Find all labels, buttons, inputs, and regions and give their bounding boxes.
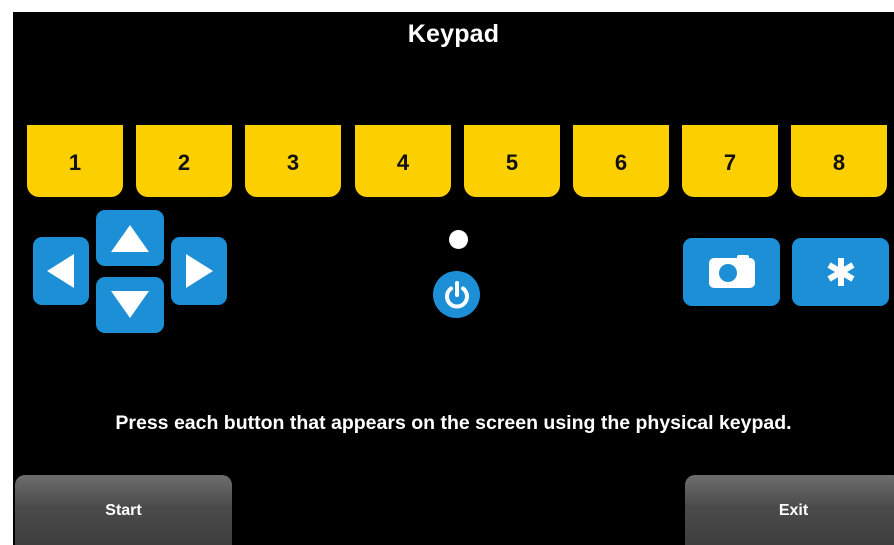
arrow-left-icon — [47, 254, 74, 288]
function-key-4[interactable]: 4 — [355, 125, 451, 197]
exit-button[interactable]: Exit — [685, 475, 894, 545]
arrow-down-icon — [111, 291, 149, 318]
arrow-right-button[interactable] — [171, 237, 227, 305]
indicator-light-icon — [449, 230, 468, 249]
start-button-label: Start — [105, 502, 142, 519]
power-button[interactable] — [433, 271, 480, 318]
arrow-down-button[interactable] — [96, 277, 164, 333]
arrow-up-button[interactable] — [96, 210, 164, 266]
function-key-1[interactable]: 1 — [27, 125, 123, 197]
instruction-text: Press each button that appears on the sc… — [115, 412, 792, 434]
exit-button-label: Exit — [778, 502, 809, 519]
start-button[interactable]: Start — [15, 475, 232, 545]
function-key-6[interactable]: 6 — [573, 125, 669, 197]
function-key-7[interactable]: 7 — [682, 125, 778, 197]
arrow-left-button[interactable] — [33, 237, 89, 305]
camera-icon — [708, 255, 755, 288]
arrow-up-icon — [111, 225, 149, 252]
function-key-5[interactable]: 5 — [464, 125, 560, 197]
page-title: Keypad — [407, 20, 500, 48]
power-icon — [444, 280, 469, 308]
asterisk-button[interactable] — [792, 238, 889, 306]
asterisk-icon — [826, 258, 855, 286]
arrow-right-icon — [186, 254, 213, 288]
function-key-8[interactable]: 8 — [791, 125, 887, 197]
camera-button[interactable] — [683, 238, 780, 306]
function-key-2[interactable]: 2 — [136, 125, 232, 197]
function-key-3[interactable]: 3 — [245, 125, 341, 197]
keypad-test-screen: Keypad 1 2 3 4 5 6 7 8 Press each button… — [13, 12, 894, 545]
